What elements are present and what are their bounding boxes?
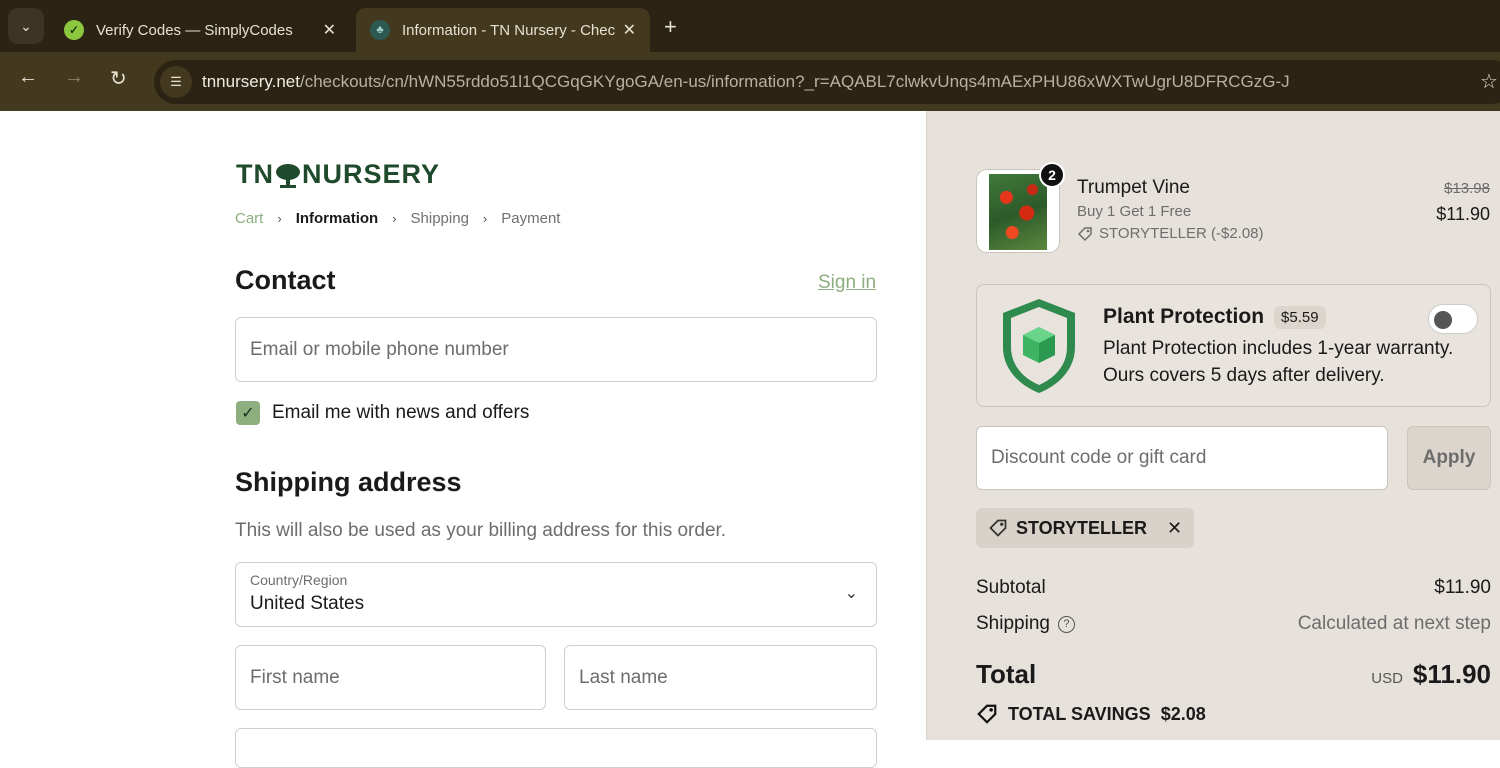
product-price: $11.90 <box>1436 204 1490 224</box>
shield-icon <box>1003 299 1075 393</box>
toggle-knob <box>1434 311 1452 329</box>
applied-code: STORYTELLER <box>1016 517 1148 538</box>
order-summary: 2 Trumpet Vine Buy 1 Get 1 Free STORYTEL… <box>926 111 1500 740</box>
discount-input[interactable] <box>977 427 1387 489</box>
browser-tab-bar: ⌄ ✓ Verify Codes — SimplyCodes ✕ ♣ Infor… <box>0 0 1500 52</box>
forward-arrow-icon[interactable]: → <box>64 66 84 89</box>
tab-close-icon[interactable]: ✕ <box>623 20 636 40</box>
product-discount: STORYTELLER (-$2.08) <box>1077 225 1264 242</box>
tree-logo-icon <box>276 163 300 188</box>
shipping-label: Shipping <box>976 613 1050 634</box>
shipping-value: Calculated at next step <box>1297 613 1491 634</box>
browser-toolbar: ← → ↻ ☰ tnnursery.net/checkouts/cn/hWN55… <box>0 52 1500 111</box>
new-tab-icon[interactable]: + <box>664 14 677 40</box>
protection-desc-line: Ours covers 5 days after delivery. <box>1103 365 1385 386</box>
first-name-input[interactable] <box>236 646 545 709</box>
country-value: United States <box>250 593 365 614</box>
applied-code-chip: STORYTELLER ✕ <box>976 508 1195 548</box>
url-text[interactable]: tnnursery.net/checkouts/cn/hWN55rddo51l1… <box>202 72 1332 92</box>
country-select[interactable]: Country/Region United States ⌄ <box>235 562 877 627</box>
tag-icon <box>1077 226 1092 241</box>
product-deal: Buy 1 Get 1 Free <box>1077 203 1192 220</box>
checkout-main: TN NURSERY Cart › Information › Shipping… <box>0 111 926 768</box>
last-name-field[interactable] <box>564 645 877 710</box>
protection-name: Plant Protection <box>1103 305 1265 328</box>
contact-heading: Contact <box>235 265 336 295</box>
savings-label: TOTAL SAVINGS <box>1008 703 1151 724</box>
last-name-input[interactable] <box>565 646 876 709</box>
logo-text-right: NURSERY <box>302 159 441 189</box>
logo-text-left: TN <box>236 159 274 189</box>
bookmark-star-icon[interactable]: ☆ <box>1480 69 1498 94</box>
breadcrumb-cart[interactable]: Cart <box>235 210 263 227</box>
subtotal-label: Subtotal <box>976 577 1046 598</box>
tag-icon <box>977 704 997 724</box>
newsletter-checkbox[interactable]: ✓ <box>236 401 260 425</box>
email-input[interactable] <box>236 318 876 381</box>
plant-protection-card: Plant Protection $5.59 Plant Protection … <box>976 284 1491 407</box>
newsletter-label: Email me with news and offers <box>272 402 530 423</box>
breadcrumb-information: Information <box>295 210 379 227</box>
email-field[interactable] <box>235 317 877 382</box>
original-price: $13.98 <box>1444 180 1490 197</box>
product-discount-code: STORYTELLER (-$2.08) <box>1099 225 1264 242</box>
first-name-field[interactable] <box>235 645 546 710</box>
breadcrumb-payment: Payment <box>501 210 561 227</box>
savings-value: $2.08 <box>1160 703 1206 724</box>
subtotal-value: $11.90 <box>1434 577 1491 598</box>
chevron-right-icon: › <box>392 211 397 226</box>
tn-nursery-favicon-icon: ♣ <box>370 20 390 40</box>
shipping-heading: Shipping address <box>235 467 462 497</box>
simplycodes-favicon-icon: ✓ <box>64 20 84 40</box>
tag-icon <box>989 519 1007 537</box>
billing-note: This will also be used as your billing a… <box>235 520 727 541</box>
discount-field[interactable] <box>976 426 1388 490</box>
protection-desc-line: Plant Protection includes 1-year warrant… <box>1103 338 1454 359</box>
total-savings: TOTAL SAVINGS $2.08 <box>976 703 1206 725</box>
company-field[interactable] <box>235 728 877 768</box>
apply-button[interactable]: Apply <box>1407 426 1491 490</box>
tab-title: Information - TN Nursery - Checkout <box>402 21 615 39</box>
back-arrow-icon[interactable]: ← <box>18 66 38 89</box>
total-row: Total USD $11.90 <box>976 659 1491 690</box>
total-label: Total <box>976 659 1037 689</box>
tab-simplycodes[interactable]: ✓ Verify Codes — SimplyCodes ✕ <box>50 8 350 52</box>
chevron-down-icon: ⌄ <box>844 585 858 602</box>
chevron-right-icon: › <box>482 211 488 226</box>
total-value: $11.90 <box>1412 659 1491 689</box>
protection-toggle[interactable] <box>1428 304 1478 334</box>
trumpet-vine-image <box>989 174 1047 250</box>
help-icon[interactable]: ? <box>1057 615 1075 633</box>
newsletter-option[interactable]: ✓ Email me with news and offers <box>236 401 529 425</box>
tn-nursery-logo[interactable]: TN NURSERY <box>236 159 440 190</box>
breadcrumb-shipping: Shipping <box>410 210 469 227</box>
shipping-row: Shipping? Calculated at next step <box>976 613 1491 635</box>
sign-in-link[interactable]: Sign in <box>818 272 876 294</box>
country-label: Country/Region <box>250 572 348 588</box>
product-name: Trumpet Vine <box>1077 177 1190 198</box>
tab-title: Verify Codes — SimplyCodes <box>96 21 293 39</box>
tab-tn-nursery[interactable]: ♣ Information - TN Nursery - Checkout ✕ <box>356 8 650 52</box>
breadcrumb: Cart › Information › Shipping › Payment <box>235 210 560 227</box>
address-bar[interactable]: ☰ tnnursery.net/checkouts/cn/hWN55rddo51… <box>154 60 1500 104</box>
subtotal-row: Subtotal $11.90 <box>976 577 1491 599</box>
remove-code-icon[interactable]: ✕ <box>1167 518 1182 539</box>
reload-icon[interactable]: ↻ <box>110 66 127 91</box>
protection-description: Plant Protection includes 1-year warrant… <box>1103 335 1483 389</box>
protection-title: Plant Protection $5.59 <box>1103 305 1326 329</box>
total-currency: USD <box>1371 670 1403 687</box>
site-settings-icon[interactable]: ☰ <box>160 66 192 98</box>
quantity-badge: 2 <box>1039 162 1065 188</box>
protection-price-badge: $5.59 <box>1274 305 1326 329</box>
tab-search-chevron-icon[interactable]: ⌄ <box>8 8 44 44</box>
chevron-right-icon: › <box>277 211 282 226</box>
tab-close-icon[interactable]: ✕ <box>323 20 336 40</box>
